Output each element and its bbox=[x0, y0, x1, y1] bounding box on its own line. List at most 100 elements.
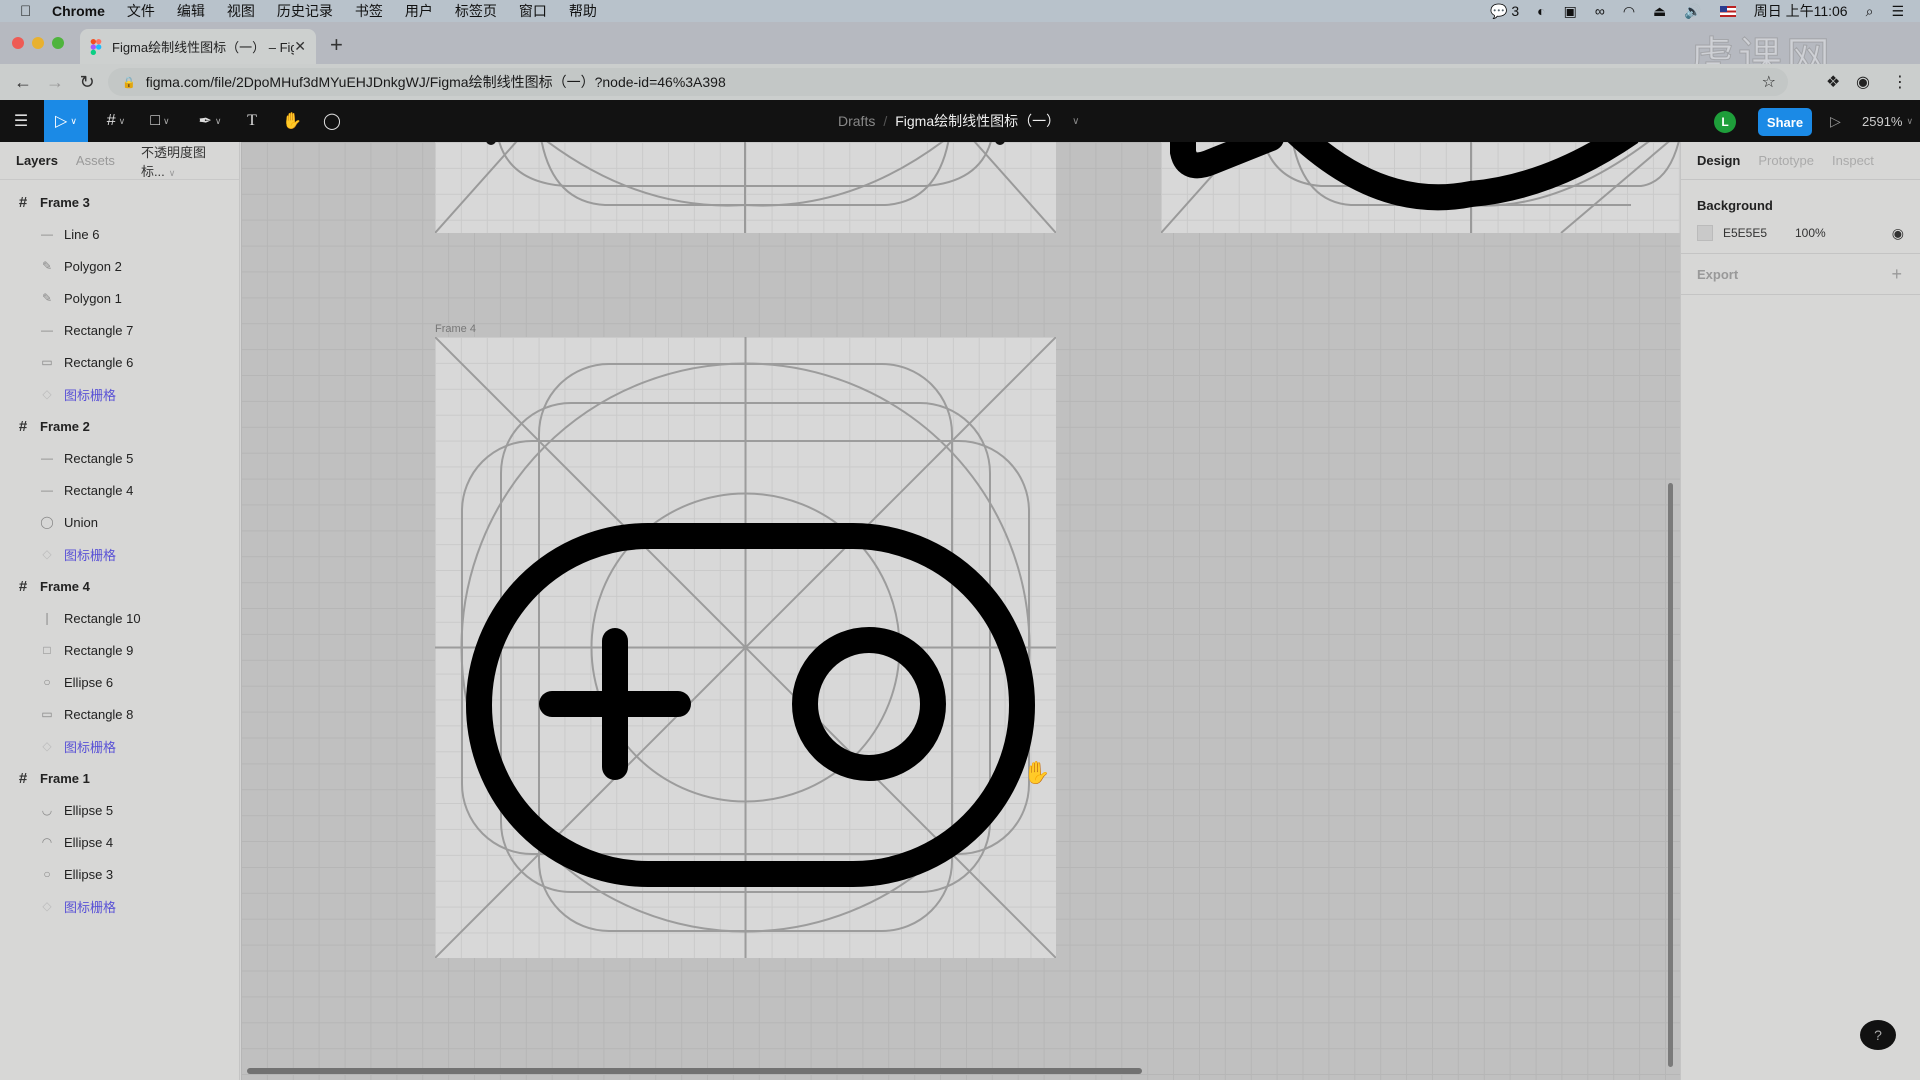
tab-prototype[interactable]: Prototype bbox=[1758, 153, 1814, 168]
eject-icon[interactable]: ⏏ bbox=[1653, 3, 1666, 20]
frame-label[interactable]: Frame 4 bbox=[435, 323, 476, 335]
layer-item[interactable]: ▭ Rectangle 8 bbox=[0, 698, 240, 730]
tab-inspect[interactable]: Inspect bbox=[1832, 153, 1874, 168]
screen-record-icon[interactable]: ▣ bbox=[1564, 3, 1577, 20]
background-opacity-input[interactable]: 100% bbox=[1795, 226, 1826, 240]
frame-2-preview[interactable] bbox=[1160, 142, 1680, 234]
background-hex-input[interactable]: E5E5E5 bbox=[1723, 226, 1795, 240]
menu-chrome[interactable]: Chrome bbox=[52, 3, 105, 19]
reload-button[interactable]: ↻ bbox=[78, 72, 96, 93]
menu-people[interactable]: 用户 bbox=[405, 1, 433, 21]
apple-icon[interactable]:  bbox=[20, 3, 38, 20]
layer-item[interactable]: ◇ 图标栅格 bbox=[0, 538, 240, 570]
layer-name: Ellipse 5 bbox=[64, 802, 114, 818]
layer-item[interactable]: □ Rectangle 9 bbox=[0, 634, 240, 666]
wifi-icon[interactable]: ◠ bbox=[1623, 3, 1635, 20]
menu-bookmarks[interactable]: 书签 bbox=[355, 1, 383, 21]
share-button[interactable]: Share bbox=[1758, 108, 1812, 136]
layer-item[interactable]: — Line 6 bbox=[0, 218, 240, 250]
layer-item[interactable]: ○ Ellipse 6 bbox=[0, 666, 240, 698]
maximize-window-button[interactable] bbox=[52, 37, 64, 49]
layer-item[interactable]: # Frame 1 bbox=[0, 762, 240, 794]
url-bar[interactable]: 🔒 figma.com/file/2DpoMHuf3dMYuEHJDnkgWJ/… bbox=[108, 68, 1788, 96]
layer-item[interactable]: ▭ Rectangle 6 bbox=[0, 346, 240, 378]
menu-help[interactable]: 帮助 bbox=[569, 1, 597, 21]
clock[interactable]: 周日 上午11:06 bbox=[1754, 1, 1848, 21]
wechat-icon[interactable]: 💬 3 bbox=[1490, 3, 1519, 20]
menu-file[interactable]: 文件 bbox=[127, 1, 155, 21]
comment-tool-button[interactable]: ◯ bbox=[320, 100, 344, 142]
layer-item[interactable]: — Rectangle 4 bbox=[0, 474, 240, 506]
layer-item[interactable]: — Rectangle 7 bbox=[0, 314, 240, 346]
zoom-dropdown[interactable]: 2591% ∨ bbox=[1862, 100, 1913, 142]
frame-3-preview[interactable] bbox=[434, 142, 1057, 234]
layer-item[interactable]: ❘ Rectangle 10 bbox=[0, 602, 240, 634]
shape-tool-button[interactable]: □ ∨ bbox=[144, 100, 176, 142]
url-text[interactable]: figma.com/file/2DpoMHuf3dMYuEHJDnkgWJ/Fi… bbox=[146, 72, 726, 92]
vertical-scrollbar[interactable] bbox=[1668, 483, 1673, 1067]
layer-item[interactable]: # Frame 4 bbox=[0, 570, 240, 602]
layer-item[interactable]: ◇ 图标栅格 bbox=[0, 890, 240, 922]
page-selector[interactable]: 不透明度图标... ∨ bbox=[141, 142, 239, 180]
add-export-icon[interactable]: + bbox=[1891, 264, 1902, 285]
file-name[interactable]: Figma绘制线性图标（一） bbox=[895, 111, 1060, 131]
spotlight-icon[interactable]: ⌕ bbox=[1866, 3, 1874, 20]
text-tool-button[interactable]: T bbox=[242, 100, 262, 142]
frame-4[interactable] bbox=[434, 336, 1057, 959]
frame-tool-button[interactable]: # ∨ bbox=[100, 100, 132, 142]
close-tab-icon[interactable]: ✕ bbox=[294, 38, 306, 55]
menu-edit[interactable]: 编辑 bbox=[177, 1, 205, 21]
canvas[interactable]: Frame 4 ✋ bbox=[241, 142, 1680, 1080]
layer-name: Frame 1 bbox=[40, 770, 90, 786]
tab-assets[interactable]: Assets bbox=[76, 153, 115, 168]
pen-tool-button[interactable]: ✒ ∨ bbox=[194, 100, 226, 142]
profile-icon[interactable]: ◉ bbox=[1856, 72, 1870, 92]
layer-item[interactable]: ◡ Ellipse 5 bbox=[0, 794, 240, 826]
minimize-window-button[interactable] bbox=[32, 37, 44, 49]
back-button[interactable]: ← bbox=[14, 72, 32, 93]
volume-icon[interactable]: 🔊 bbox=[1684, 3, 1701, 20]
bookmark-star-icon[interactable]: ☆ bbox=[1762, 72, 1776, 92]
layer-item[interactable]: ✎ Polygon 1 bbox=[0, 282, 240, 314]
new-tab-button[interactable]: + bbox=[330, 32, 343, 58]
app-status-icon[interactable]: ◐ bbox=[1537, 3, 1545, 19]
forward-button[interactable]: → bbox=[46, 72, 64, 93]
close-window-button[interactable] bbox=[12, 37, 24, 49]
layer-item[interactable]: ◇ 图标栅格 bbox=[0, 730, 240, 762]
user-avatar[interactable]: L bbox=[1714, 111, 1736, 133]
tab-layers[interactable]: Layers bbox=[16, 153, 58, 168]
lock-icon[interactable]: 🔒 bbox=[122, 76, 136, 89]
main-menu-icon[interactable]: ☰ bbox=[8, 100, 34, 142]
eye-icon[interactable]: ◉ bbox=[1892, 225, 1904, 242]
layer-item[interactable]: ◠ Ellipse 4 bbox=[0, 826, 240, 858]
line-icon: — bbox=[41, 451, 53, 465]
layer-item[interactable]: — Rectangle 5 bbox=[0, 442, 240, 474]
control-center-icon[interactable]: ☰ bbox=[1891, 3, 1904, 20]
help-button[interactable]: ? bbox=[1860, 1020, 1896, 1050]
tab-design[interactable]: Design bbox=[1697, 153, 1740, 168]
present-button[interactable]: ▷ bbox=[1830, 100, 1841, 142]
layer-item[interactable]: ✎ Polygon 2 bbox=[0, 250, 240, 282]
line-icon: — bbox=[41, 227, 53, 241]
input-flag-icon[interactable] bbox=[1719, 5, 1736, 17]
move-tool-button[interactable]: ▷ ∨ bbox=[44, 100, 88, 142]
extensions-icon[interactable]: ❖ bbox=[1826, 72, 1840, 92]
menu-window[interactable]: 窗口 bbox=[519, 1, 547, 21]
layer-name: Rectangle 8 bbox=[64, 706, 134, 722]
layer-item[interactable]: ○ Ellipse 3 bbox=[0, 858, 240, 890]
breadcrumb-drafts[interactable]: Drafts bbox=[838, 113, 875, 129]
layer-item[interactable]: ◇ 图标栅格 bbox=[0, 378, 240, 410]
menu-history[interactable]: 历史记录 bbox=[277, 1, 333, 21]
chrome-menu-icon[interactable]: ⋮ bbox=[1892, 72, 1908, 92]
layer-item[interactable]: # Frame 2 bbox=[0, 410, 240, 442]
browser-tab[interactable]: Figma绘制线性图标（一） – Figma ✕ bbox=[80, 29, 316, 64]
layer-item[interactable]: # Frame 3 bbox=[0, 186, 240, 218]
background-color-swatch[interactable] bbox=[1697, 225, 1713, 241]
hand-tool-button[interactable]: ✋ bbox=[280, 100, 304, 142]
creative-cloud-icon[interactable]: ∞ bbox=[1595, 3, 1605, 19]
menu-view[interactable]: 视图 bbox=[227, 1, 255, 21]
horizontal-scrollbar[interactable] bbox=[247, 1068, 1142, 1074]
layer-item[interactable]: ◯ Union bbox=[0, 506, 240, 538]
chevron-down-icon[interactable]: ∨ bbox=[1072, 116, 1079, 127]
menu-tab[interactable]: 标签页 bbox=[455, 1, 497, 21]
